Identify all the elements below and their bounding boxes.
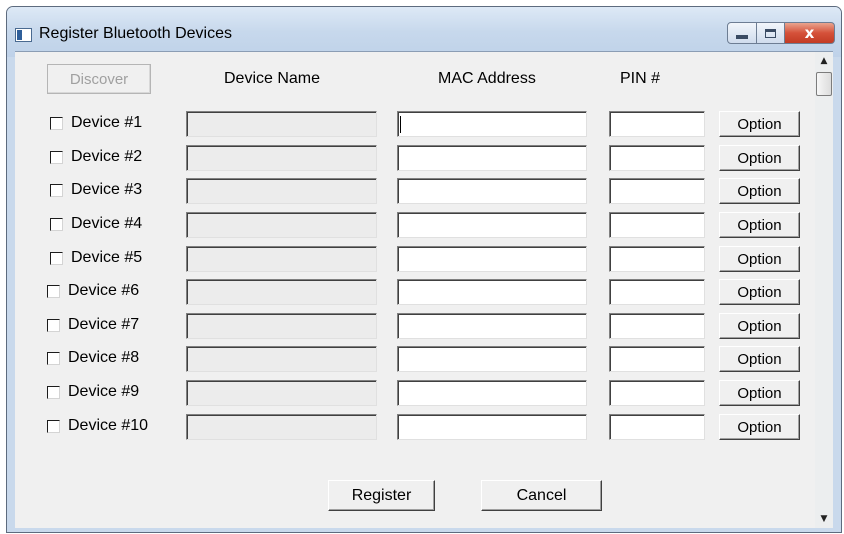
option-button[interactable]: Option (719, 346, 800, 372)
mac-address-input[interactable] (397, 178, 587, 204)
option-button[interactable]: Option (719, 212, 800, 238)
column-header-mac-address: MAC Address (438, 70, 536, 87)
pin-input[interactable] (609, 279, 705, 305)
close-icon: x (804, 24, 815, 42)
maximize-button[interactable] (757, 22, 785, 44)
dialog-client-area: Discover Device Name MAC Address PIN # D… (15, 51, 833, 528)
device-name-field (186, 279, 377, 305)
device-label[interactable]: Device #9 (68, 383, 139, 401)
device-row: Device #6 Option (15, 279, 815, 305)
maximize-icon (765, 28, 776, 38)
column-header-device-name: Device Name (224, 70, 321, 87)
device-row: Device #7 Option (15, 313, 815, 339)
pin-input[interactable] (609, 212, 705, 238)
column-header-pin: PIN # (620, 70, 661, 87)
mac-address-input[interactable] (397, 414, 587, 440)
device-name-field (186, 414, 377, 440)
scroll-down-icon[interactable]: ▼ (815, 510, 833, 528)
minimize-icon (736, 34, 748, 39)
mac-address-input[interactable] (397, 279, 587, 305)
device-checkbox[interactable] (47, 319, 60, 332)
device-checkbox[interactable] (50, 151, 63, 164)
option-button[interactable]: Option (719, 414, 800, 440)
device-name-field (186, 380, 377, 406)
device-label[interactable]: Device #4 (71, 215, 142, 233)
device-name-field (186, 145, 377, 171)
close-button[interactable]: x (785, 22, 835, 44)
vertical-scrollbar[interactable]: ▲ ▼ (815, 52, 833, 528)
window-title: Register Bluetooth Devices (39, 25, 232, 42)
mac-address-input[interactable] (397, 212, 587, 238)
device-checkbox[interactable] (47, 420, 60, 433)
device-checkbox[interactable] (50, 184, 63, 197)
option-button[interactable]: Option (719, 111, 800, 137)
option-button[interactable]: Option (719, 246, 800, 272)
pin-input[interactable] (609, 380, 705, 406)
pin-input[interactable] (609, 313, 705, 339)
register-bluetooth-window: Register Bluetooth Devices x Discover De… (6, 6, 842, 533)
device-row: Device #1 Option (15, 111, 815, 137)
pin-input[interactable] (609, 246, 705, 272)
device-row: Device #4 Option (15, 212, 815, 238)
device-row: Device #9 Option (15, 380, 815, 406)
scrollbar-thumb[interactable] (816, 72, 832, 96)
device-label[interactable]: Device #2 (71, 148, 142, 166)
discover-button[interactable]: Discover (47, 64, 151, 94)
scroll-up-icon[interactable]: ▲ (815, 52, 833, 70)
app-window-icon (15, 28, 32, 42)
option-button[interactable]: Option (719, 178, 800, 204)
text-caret (400, 116, 401, 133)
device-checkbox[interactable] (50, 252, 63, 265)
device-label[interactable]: Device #10 (68, 417, 148, 435)
pin-input[interactable] (609, 111, 705, 137)
device-checkbox[interactable] (50, 218, 63, 231)
pin-input[interactable] (609, 346, 705, 372)
option-button[interactable]: Option (719, 313, 800, 339)
mac-address-input[interactable] (397, 111, 587, 137)
mac-address-input[interactable] (397, 380, 587, 406)
option-button[interactable]: Option (719, 145, 800, 171)
option-button[interactable]: Option (719, 279, 800, 305)
option-button[interactable]: Option (719, 380, 800, 406)
device-label[interactable]: Device #3 (71, 181, 142, 199)
device-label[interactable]: Device #8 (68, 349, 139, 367)
device-checkbox[interactable] (47, 386, 60, 399)
device-label[interactable]: Device #1 (71, 114, 142, 132)
device-name-field (186, 212, 377, 238)
device-row: Device #10 Option (15, 414, 815, 440)
pin-input[interactable] (609, 145, 705, 171)
device-label[interactable]: Device #5 (71, 249, 142, 267)
mac-address-input[interactable] (397, 246, 587, 272)
caption-buttons: x (727, 22, 835, 44)
device-checkbox[interactable] (50, 117, 63, 130)
pin-input[interactable] (609, 178, 705, 204)
device-row: Device #5 Option (15, 246, 815, 272)
mac-address-input[interactable] (397, 313, 587, 339)
device-row: Device #2 Option (15, 145, 815, 171)
device-label[interactable]: Device #7 (68, 316, 139, 334)
title-bar[interactable]: Register Bluetooth Devices x (7, 7, 841, 57)
device-name-field (186, 178, 377, 204)
device-name-field (186, 246, 377, 272)
device-name-field (186, 313, 377, 339)
device-checkbox[interactable] (47, 285, 60, 298)
minimize-button[interactable] (727, 22, 757, 44)
mac-address-input[interactable] (397, 145, 587, 171)
register-button[interactable]: Register (328, 480, 435, 511)
pin-input[interactable] (609, 414, 705, 440)
device-checkbox[interactable] (47, 352, 60, 365)
mac-address-input[interactable] (397, 346, 587, 372)
device-name-field (186, 346, 377, 372)
device-row: Device #8 Option (15, 346, 815, 372)
device-name-field (186, 111, 377, 137)
cancel-button[interactable]: Cancel (481, 480, 602, 511)
device-label[interactable]: Device #6 (68, 282, 139, 300)
device-row: Device #3 Option (15, 178, 815, 204)
